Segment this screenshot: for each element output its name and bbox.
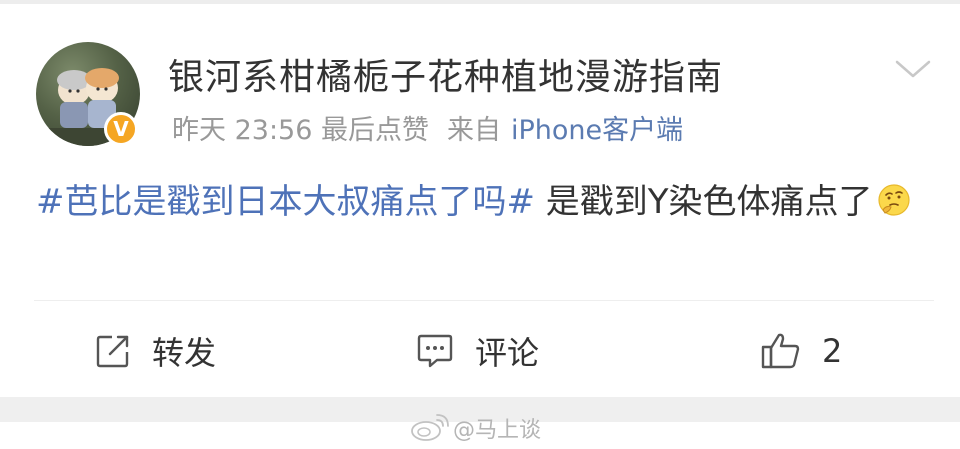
top-separator <box>0 0 960 4</box>
comment-label: 评论 <box>475 334 540 372</box>
chevron-down-icon[interactable] <box>893 54 933 84</box>
post-body: #芭比是戳到日本大叔痛点了吗# 是戳到Y染色体痛点了 <box>36 175 926 229</box>
thinking-face-icon <box>877 184 910 216</box>
comment-icon <box>417 334 453 368</box>
divider <box>34 300 934 301</box>
watermark-text: @马上谈 <box>453 418 542 443</box>
repost-button[interactable]: 转发 <box>94 328 216 374</box>
username[interactable]: 银河系柑橘栀子花种植地漫游指南 <box>168 48 723 100</box>
post-time: 昨天 23:56 最后点赞 <box>172 115 429 146</box>
comment-button[interactable]: 评论 <box>415 328 539 374</box>
repost-icon <box>96 335 129 368</box>
hashtag-link[interactable]: #芭比是戳到日本大叔痛点了吗# <box>36 182 535 222</box>
watermark: @马上谈 <box>409 412 541 444</box>
repost-label: 转发 <box>152 334 217 372</box>
thumbs-up-icon <box>761 333 800 369</box>
post-text: 是戳到Y染色体痛点了 <box>534 182 873 222</box>
source-prefix: 来自 <box>446 115 501 146</box>
like-button[interactable]: 2 <box>760 328 842 374</box>
post-meta: 昨天 23:56 最后点赞 来自 iPhone客户端 <box>172 108 683 147</box>
like-count: 2 <box>822 332 843 370</box>
weibo-logo-icon <box>411 414 449 441</box>
source-client-link[interactable]: iPhone客户端 <box>511 115 683 146</box>
verified-badge: V <box>104 112 138 146</box>
